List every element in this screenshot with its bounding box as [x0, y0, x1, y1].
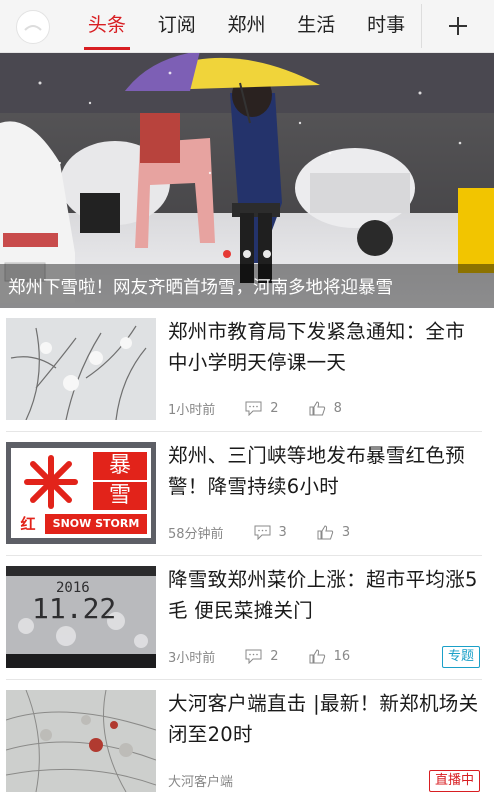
news-item[interactable]: 大河客户端直击 |最新！新郑机场关闭至20时 大河客户端 直播中 [0, 680, 494, 804]
like-icon [309, 401, 326, 416]
top-nav: 头条 订阅 郑州 生活 时事 [0, 0, 494, 53]
hero-carousel[interactable]: 郑州下雪啦！网友齐晒首场雪，河南多地将迎暴雪 [0, 53, 494, 308]
tab-subscribe[interactable]: 订阅 [142, 0, 212, 52]
tab-headlines[interactable]: 头条 [72, 0, 142, 52]
carousel-dot[interactable] [243, 250, 251, 258]
carousel-dot[interactable] [223, 250, 231, 258]
plus-icon [449, 17, 467, 35]
like-icon [309, 649, 326, 664]
news-meta: 58分钟前 3 3 [168, 523, 350, 542]
news-title[interactable]: 郑州、三门峡等地发布暴雪红色预警！降雪持续6小时 [168, 440, 480, 502]
add-channel-button[interactable] [421, 4, 494, 48]
thumb-label-red: 红 [15, 514, 41, 534]
news-thumbnail: 暴 雪 红 SNOW STORM [6, 442, 156, 544]
comment-count: 3 [278, 525, 287, 540]
thumb-label-bao: 暴 [93, 452, 147, 480]
news-meta: 3小时前 2 16 [168, 647, 350, 666]
hero-caption[interactable]: 郑州下雪啦！网友齐晒首场雪，河南多地将迎暴雪 [8, 274, 393, 299]
comment-icon [245, 401, 262, 416]
hero-caption-bar: 郑州下雪啦！网友齐晒首场雪，河南多地将迎暴雪 [0, 264, 494, 308]
live-badge[interactable]: 直播中 [428, 770, 480, 792]
like-count: 16 [333, 649, 351, 664]
tab-current-affairs[interactable]: 时事 [351, 0, 421, 52]
asterisk-icon [15, 452, 87, 512]
app-logo[interactable] [16, 10, 50, 44]
comment-icon [254, 525, 271, 540]
comment-count: 2 [270, 401, 279, 416]
channel-tabs: 头条 订阅 郑州 生活 时事 [72, 0, 421, 52]
like-icon [317, 525, 334, 540]
news-time: 1小时前 [168, 403, 216, 418]
comment-icon [245, 649, 262, 664]
tab-zhengzhou[interactable]: 郑州 [212, 0, 282, 52]
news-thumbnail [6, 690, 156, 792]
news-item[interactable]: 郑州市教育局下发紧急通知：全市中小学明天停课一天 1小时前 2 8 [0, 308, 494, 432]
news-source: 大河客户端 [168, 775, 234, 790]
news-thumbnail: 2016 11.22 [6, 566, 156, 668]
comment-count: 2 [270, 649, 279, 664]
news-title[interactable]: 降雪致郑州菜价上涨：超市平均涨5毛 便民菜摊关门 [168, 564, 480, 626]
news-time: 58分钟前 [168, 527, 224, 542]
topic-badge[interactable]: 专题 [441, 646, 480, 668]
tab-life[interactable]: 生活 [281, 0, 351, 52]
like-count: 3 [341, 525, 351, 540]
logo-icon [24, 25, 42, 31]
like-count: 8 [333, 401, 342, 416]
thumb-date: 11.22 [32, 592, 117, 625]
news-item[interactable]: 暴 雪 红 SNOW STORM 郑州、三门峡等地发布暴雪红色预警！降雪持续6小… [0, 432, 494, 556]
news-meta: 大河客户端 [168, 771, 233, 790]
news-item[interactable]: 2016 11.22 降雪致郑州菜价上涨：超市平均涨5毛 便民菜摊关门 3小时前… [0, 556, 494, 680]
carousel-dot[interactable] [263, 250, 271, 258]
news-meta: 1小时前 2 8 [168, 399, 342, 418]
news-time: 3小时前 [168, 651, 216, 666]
news-title[interactable]: 大河客户端直击 |最新！新郑机场关闭至20时 [168, 688, 480, 750]
carousel-indicators [0, 250, 494, 258]
news-title[interactable]: 郑州市教育局下发紧急通知：全市中小学明天停课一天 [168, 316, 480, 378]
news-thumbnail [6, 318, 156, 420]
thumb-label-snowstorm: SNOW STORM [45, 514, 147, 534]
thumb-label-xue: 雪 [93, 482, 147, 510]
